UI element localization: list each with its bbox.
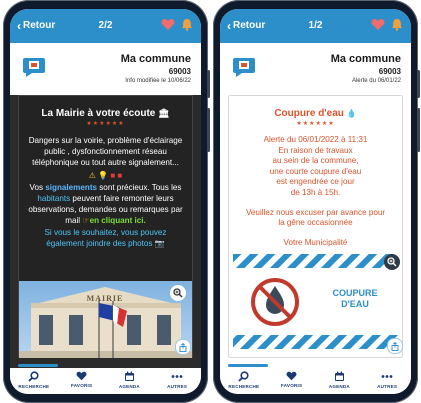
- heart-icon: [286, 371, 297, 381]
- stars-divider: ★★★★★★: [296, 121, 335, 127]
- back-label: Retour: [233, 20, 266, 31]
- more-icon: [381, 375, 393, 378]
- back-button[interactable]: ‹ Retour: [17, 18, 56, 33]
- post-paragraph-3: Si vous le souhaitez, vous pouvez égalem…: [44, 227, 167, 248]
- tab-agenda[interactable]: AGENDA: [106, 368, 154, 394]
- tab-bar: RECHERCHE FAVORIS AGENDA AUTRES: [220, 368, 411, 394]
- commune-code: 69003: [168, 67, 191, 76]
- water-drop-icon: 💧: [346, 109, 357, 118]
- active-tab-indicator: [228, 364, 268, 367]
- building-icon: 🏛: [158, 108, 170, 118]
- mail-link[interactable]: en cliquant ici.: [90, 216, 146, 225]
- page-indicator: 1/2: [308, 20, 323, 31]
- share-icon[interactable]: [387, 338, 403, 354]
- tab-bar: RECHERCHE FAVORIS AGENDA AUTRES: [10, 368, 201, 394]
- commune-logo-icon: [22, 56, 46, 78]
- tab-autres[interactable]: AUTRES: [153, 368, 201, 394]
- page-indicator: 2/2: [98, 20, 113, 31]
- commune-name: Ma commune: [330, 53, 401, 65]
- zoom-icon[interactable]: [170, 285, 186, 301]
- phone-side-button: [417, 108, 420, 152]
- tab-favoris[interactable]: FAVORIS: [58, 368, 106, 394]
- chevron-left-icon: ‹: [227, 18, 231, 33]
- mairie-sign: MAIRIE: [86, 294, 124, 303]
- zoom-icon[interactable]: [384, 254, 400, 270]
- commune-header: Ma commune 69003 Alerte du 06/01/22: [220, 43, 411, 95]
- post-content: Coupure d'eau 💧 ★★★★★★ Alerte du 06/01/2…: [220, 95, 411, 358]
- top-bar: ‹ Retour 1/2: [220, 9, 411, 43]
- post-content: La Mairie à votre écoute 🏛 ★★★★★★ Danger…: [10, 95, 201, 359]
- post-body: Dangers sur la voirie, problème d'éclair…: [19, 135, 192, 249]
- post-signature: Votre Municipalité: [283, 237, 348, 247]
- commune-logo-icon: [232, 56, 256, 78]
- post-paragraph: Alerte du 06/01/2022 à 11:31 En raison d…: [263, 135, 368, 197]
- phone-side-button: [417, 70, 420, 98]
- alert-date: Alerte du 06/01/22: [351, 78, 401, 84]
- water-cut-banner[interactable]: COUPURE D'EAU: [233, 254, 400, 349]
- chevron-left-icon: ‹: [17, 18, 21, 33]
- commune-code: 69003: [378, 67, 401, 76]
- screen: ‹ Retour 2/2 Ma commune 69003 Info modif…: [10, 9, 201, 394]
- heart-icon[interactable]: [161, 18, 175, 36]
- mairie-photo[interactable]: MAIRIE: [19, 281, 192, 359]
- banner-text: COUPURE D'EAU: [332, 288, 378, 309]
- post-card: La Mairie à votre écoute 🏛 ★★★★★★ Danger…: [18, 95, 193, 359]
- stars-divider: ★★★★★★: [86, 121, 125, 127]
- heart-icon[interactable]: [371, 18, 385, 36]
- post-body: Alerte du 06/01/2022 à 11:31 En raison d…: [229, 135, 402, 248]
- commune-name: Ma commune: [120, 53, 191, 65]
- tab-autres[interactable]: AUTRES: [363, 368, 411, 394]
- post-paragraph-2: Vos signalements sont précieux. Tous les…: [28, 182, 183, 226]
- back-label: Retour: [23, 20, 56, 31]
- info-date: Info modifiée le 10/06/22: [125, 78, 191, 84]
- phone-right: ‹ Retour 1/2 Ma commune 69003 Alerte du …: [213, 0, 420, 403]
- back-button[interactable]: ‹ Retour: [227, 18, 266, 33]
- bell-icon[interactable]: [391, 18, 403, 36]
- search-icon: [28, 371, 39, 382]
- post-paragraph: Dangers sur la voirie, problème d'éclair…: [28, 136, 183, 168]
- top-bar: ‹ Retour 2/2: [10, 9, 201, 43]
- post-paragraph-2: Veuillez nous excuser par avance pour la…: [245, 207, 386, 228]
- tab-agenda[interactable]: AGENDA: [316, 368, 364, 394]
- post-card: Coupure d'eau 💧 ★★★★★★ Alerte du 06/01/2…: [228, 95, 403, 358]
- heart-icon: [76, 371, 87, 381]
- phone-side-button: [207, 70, 210, 98]
- post-title: La Mairie à votre écoute 🏛: [41, 108, 170, 119]
- calendar-icon: [124, 371, 134, 381]
- share-icon[interactable]: [175, 339, 191, 355]
- post-title: Coupure d'eau 💧: [274, 108, 357, 119]
- bell-icon[interactable]: [181, 18, 193, 36]
- phone-side-button: [207, 108, 210, 152]
- more-icon: [171, 375, 183, 378]
- tab-recherche[interactable]: RECHERCHE: [220, 368, 268, 394]
- active-tab-indicator: [18, 364, 58, 367]
- warning-icons: ⚠ 💡 ■ ■: [88, 170, 123, 180]
- tab-recherche[interactable]: RECHERCHE: [10, 368, 58, 394]
- camera-icon: 📷: [154, 238, 165, 248]
- pointing-hand-icon: ☞: [82, 216, 90, 226]
- screen: ‹ Retour 1/2 Ma commune 69003 Alerte du …: [220, 9, 411, 394]
- phone-left: ‹ Retour 2/2 Ma commune 69003 Info modif…: [3, 0, 210, 403]
- calendar-icon: [334, 371, 344, 381]
- tab-favoris[interactable]: FAVORIS: [268, 368, 316, 394]
- search-icon: [238, 371, 249, 382]
- commune-header: Ma commune 69003 Info modifiée le 10/06/…: [10, 43, 201, 95]
